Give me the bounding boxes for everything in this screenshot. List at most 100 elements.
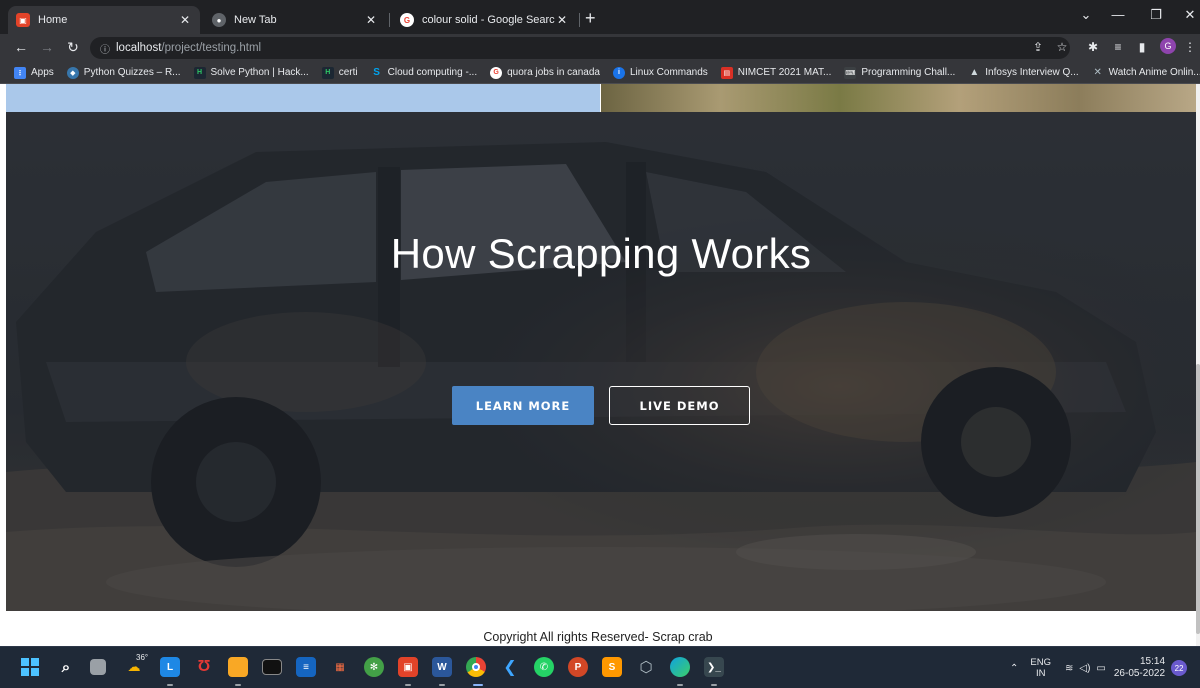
windows-logo (21, 658, 39, 676)
tab-separator (579, 13, 580, 27)
share-icon[interactable]: ⇪ (1030, 40, 1046, 54)
edge-icon[interactable] (670, 657, 690, 677)
python-icon: ◆ (66, 66, 79, 79)
bookmark-cloud-computing[interactable]: S Cloud computing -... (371, 67, 477, 79)
close-icon[interactable]: ✕ (364, 13, 378, 27)
restore-icon[interactable]: ❐ (1146, 7, 1166, 23)
bookmark-linux-commands[interactable]: i Linux Commands (612, 66, 708, 79)
close-icon[interactable]: ✕ (555, 13, 569, 27)
powershell-icon[interactable]: ❯_ (704, 657, 724, 677)
system-tray: ⌃ ENG IN ≋ ◁) ▭ 15:14 26-05-2022 22 (1010, 647, 1188, 688)
sublime-icon[interactable]: S (602, 657, 622, 677)
copyright-text: Copyright All rights Reserved- Scrap cra… (483, 630, 713, 644)
tab-home[interactable]: ▣ Home ✕ (8, 6, 200, 34)
bookmark-certi[interactable]: H certi (321, 66, 358, 79)
windows-taskbar: ⌕ ☁ 36° L Ʊ ≡ ▦ ✻ ▣ W ❮ ✆ P S ⬡ ❯_ ⌃ ENG… (0, 646, 1200, 688)
browser-toolbar: ← → ↻ ⓘ localhost /project/testing.html … (0, 34, 1200, 62)
tab-google-search[interactable]: G colour solid - Google Search ✕ (392, 6, 577, 34)
show-hidden-icons-icon[interactable]: ⌃ (1010, 663, 1018, 674)
chrome-icon[interactable] (466, 657, 486, 677)
chrome-center (472, 663, 480, 671)
page-scrollbar-thumb[interactable] (1196, 364, 1200, 634)
running-indicator (711, 684, 717, 686)
taskbar-clock[interactable]: 15:14 26-05-2022 (1114, 656, 1165, 680)
reload-icon[interactable]: ↻ (64, 39, 82, 56)
previous-section-image-right (601, 84, 1198, 112)
anime-icon: ✕ (1093, 67, 1102, 78)
new-tab-button[interactable]: + (585, 9, 596, 27)
active-indicator (473, 684, 483, 686)
file-explorer-icon[interactable] (228, 657, 248, 677)
vscode-icon[interactable]: ❮ (500, 657, 520, 677)
live-demo-button[interactable]: LIVE DEMO (609, 386, 750, 425)
battery-icon[interactable]: ▭ (1096, 663, 1105, 674)
office-icon[interactable]: ▦ (330, 657, 350, 677)
gitlab-icon: ▣ (16, 13, 30, 27)
tab-new-tab[interactable]: ● New Tab ✕ (204, 6, 386, 34)
url-path: /project/testing.html (161, 42, 262, 54)
bookmark-solve-python[interactable]: H Solve Python | Hack... (193, 66, 309, 79)
triangle-icon: ▲ (969, 67, 980, 78)
tab-title: Home (38, 14, 68, 26)
wifi-icon[interactable]: ≋ (1065, 663, 1073, 674)
site-info-icon[interactable]: ⓘ (100, 41, 110, 56)
hackerrank-icon: H (193, 66, 206, 79)
notification-badge[interactable]: 22 (1171, 660, 1188, 676)
terminal-icon[interactable] (262, 659, 282, 675)
volume-icon[interactable]: ◁) (1079, 663, 1090, 674)
weather-temperature: 36° (136, 653, 149, 662)
word-icon[interactable]: W (432, 657, 452, 677)
running-indicator (405, 684, 411, 686)
learn-more-button[interactable]: LEARN MORE (452, 386, 594, 425)
running-indicator (235, 684, 241, 686)
notepad-icon[interactable]: ≡ (296, 657, 316, 677)
menu-kebab-icon[interactable]: ⋮ (1182, 40, 1198, 54)
bookmark-infosys-interview[interactable]: ▲ Infosys Interview Q... (968, 67, 1078, 79)
close-icon[interactable]: ✕ (178, 13, 192, 27)
chrome-icon: ● (212, 13, 226, 27)
code-icon: ⌨ (844, 66, 857, 79)
tab-title: New Tab (234, 14, 277, 26)
bookmark-nimcet[interactable]: ▤ NIMCET 2021 MAT... (720, 66, 831, 79)
apps-grid-icon: ⋮ (14, 66, 26, 79)
language-indicator[interactable]: ENG IN (1030, 657, 1051, 679)
forward-icon[interactable]: → (38, 39, 56, 55)
tab-search-icon[interactable]: ⌄ (1076, 7, 1096, 23)
google-icon: G (400, 13, 414, 27)
profile-avatar[interactable]: G (1160, 38, 1176, 54)
cloud-icon: S (373, 67, 380, 78)
window-close-icon[interactable]: ✕ (1180, 7, 1200, 23)
xbox-icon[interactable]: ✻ (364, 657, 384, 677)
bookmark-quora-jobs[interactable]: G quora jobs in canada (490, 66, 600, 79)
hackerrank-icon: H (321, 66, 334, 79)
gitlab-icon[interactable]: ▣ (398, 657, 418, 677)
bookmark-star-icon[interactable]: ☆ (1054, 40, 1070, 54)
bookmark-apps[interactable]: ⋮ Apps (14, 66, 54, 79)
hero-title: How Scrapping Works (390, 230, 812, 277)
windows-start-icon[interactable] (20, 657, 40, 677)
tab-separator (389, 13, 390, 27)
page-viewport: How Scrapping Works LEARN MORE LIVE DEMO… (0, 84, 1200, 646)
task-view-icon[interactable] (90, 659, 106, 675)
hero-dark-overlay (6, 112, 1196, 611)
search-icon[interactable]: ⌕ (56, 657, 76, 677)
bookmark-programming-challenges[interactable]: ⌨ Programming Chall... (844, 66, 955, 79)
address-bar[interactable]: ⓘ localhost /project/testing.html (90, 37, 1070, 59)
powerpoint-icon[interactable]: P (568, 657, 588, 677)
page-footer: Copyright All rights Reserved- Scrap cra… (0, 611, 1196, 646)
bookmark-python-quizzes[interactable]: ◆ Python Quizzes – R... (66, 66, 181, 79)
linux-icon: i (612, 66, 625, 79)
extensions-icon[interactable]: ✱ (1085, 40, 1101, 54)
bookmarks-bar: ⋮ Apps ◆ Python Quizzes – R... H Solve P… (0, 62, 1200, 84)
google-icon: G (490, 66, 503, 79)
back-icon[interactable]: ← (12, 39, 30, 55)
minimize-icon[interactable]: — (1108, 7, 1128, 22)
virtualbox-icon[interactable]: ⬡ (636, 657, 656, 677)
tab-title: colour solid - Google Search (422, 14, 555, 26)
lumion-icon[interactable]: L (160, 657, 180, 677)
mcafee-icon[interactable]: Ʊ (194, 657, 214, 677)
whatsapp-icon[interactable]: ✆ (534, 657, 554, 677)
bookmark-watch-anime[interactable]: ✕ Watch Anime Onlin... (1092, 67, 1200, 79)
side-panel-icon[interactable]: ▮ (1134, 40, 1150, 54)
reading-list-icon[interactable]: ≡ (1110, 40, 1126, 54)
